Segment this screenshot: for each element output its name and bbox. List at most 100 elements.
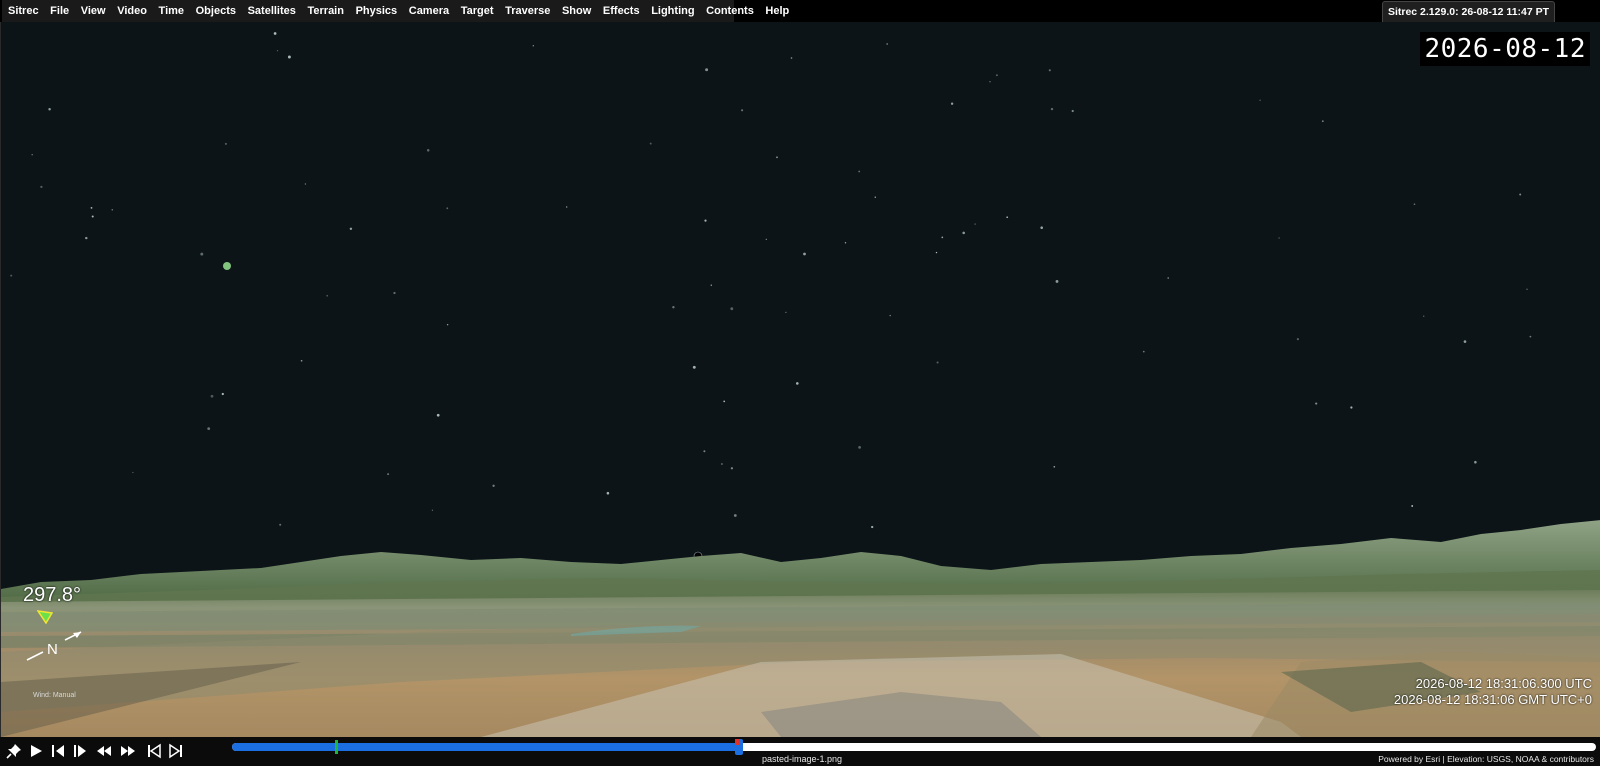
star [1142,350,1145,353]
star [765,238,767,240]
star [1519,193,1522,196]
star-field [10,32,1532,529]
star [1167,277,1170,279]
star [566,206,568,208]
compass-label: N [47,641,58,658]
wind-label: Wind: Manual [33,692,76,699]
star [1048,69,1051,72]
menu-item-file[interactable]: File [50,5,69,17]
planet-marker [223,262,231,270]
star [935,251,938,254]
star [1053,465,1056,468]
menu-item-contents[interactable]: Contents [706,5,754,17]
star [446,323,449,326]
star [874,196,877,198]
star [733,514,737,517]
star [1259,99,1261,102]
star [1529,335,1532,338]
star [492,484,495,487]
star [1006,216,1009,219]
star [962,231,965,235]
menu-item-help[interactable]: Help [765,5,789,17]
menu-item-effects[interactable]: Effects [603,5,640,17]
star [431,509,434,511]
star [886,43,889,45]
star [704,219,707,222]
star [132,471,134,474]
star [741,109,744,112]
star [1526,288,1528,290]
media-filename: pasted-image-1.png [762,754,843,764]
heading-arrow-icon [37,610,53,624]
menu-item-camera[interactable]: Camera [409,5,449,17]
star [858,446,861,449]
step-forward-icon[interactable] [72,743,88,759]
menu-item-show[interactable]: Show [562,5,591,17]
star [210,394,214,398]
viewport-3d[interactable]: 2026-08-12 297.8° N Wind: Manual 2026-08… [0,22,1600,737]
star [692,365,696,369]
star [393,291,396,295]
star [606,491,610,495]
menu-item-satellites[interactable]: Satellites [248,5,296,17]
star [48,107,51,111]
star [436,413,440,417]
star [426,149,430,152]
timeline-progress [232,743,740,751]
menu-item-traverse[interactable]: Traverse [505,5,550,17]
star [790,57,793,59]
rewind-icon[interactable] [96,743,112,759]
fast-forward-icon[interactable] [120,743,136,759]
star [446,207,449,210]
menu-bar: Sitrec File View Video Time Objects Satellites… [0,0,1600,22]
skip-start-icon[interactable] [146,743,162,759]
timeline-handle[interactable] [735,739,744,755]
star [1411,505,1414,507]
star [1050,107,1054,111]
star [974,223,976,225]
star [85,236,88,240]
star [730,307,734,311]
pin-icon[interactable] [6,743,22,759]
star [221,392,224,396]
star [785,311,787,314]
menu-item-physics[interactable]: Physics [356,5,398,17]
timeline-start-marker [335,740,338,754]
menu-item-view[interactable]: View [81,5,106,17]
star [1321,120,1324,123]
star [1315,402,1318,405]
star [91,215,94,218]
star [795,382,799,385]
menu-item-lighting[interactable]: Lighting [651,5,694,17]
step-back-icon[interactable] [50,743,66,759]
menu-item-objects[interactable]: Objects [196,5,236,17]
menu-item-sitrec[interactable]: Sitrec [8,5,39,17]
timeline-slider[interactable] [232,739,1596,755]
star [304,183,307,185]
star [950,102,954,105]
star [90,206,93,209]
menu-item-target[interactable]: Target [461,5,494,17]
version-label: Sitrec 2.129.0: 26-08-12 11:47 PT [1382,1,1555,22]
playback-bar: pasted-image-1.png Powered by Esri | Ele… [0,737,1600,766]
star [287,55,291,59]
star [349,227,353,231]
star [705,68,709,72]
main-menu: Sitrec File View Video Time Objects Satellites… [2,0,789,22]
menu-item-time[interactable]: Time [159,5,184,17]
star [326,294,329,297]
star [1474,460,1477,464]
star [871,525,874,529]
play-icon[interactable] [28,743,44,759]
menu-item-terrain[interactable]: Terrain [307,5,343,17]
star [723,400,726,403]
star [989,81,991,83]
menu-item-video[interactable]: Video [117,5,147,17]
star [276,50,279,52]
skip-end-icon[interactable] [168,743,184,759]
star [40,185,43,189]
star [720,463,723,465]
compass-icon[interactable]: N [23,626,87,666]
star [273,32,277,35]
star [703,450,706,453]
